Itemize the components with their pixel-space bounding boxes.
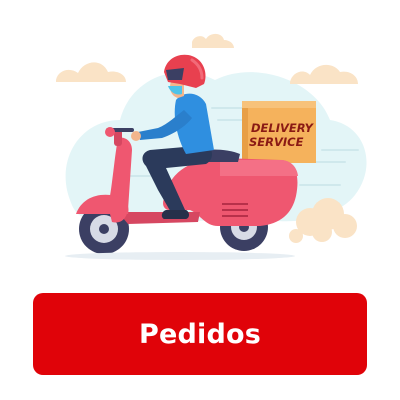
cloud-right [290, 64, 358, 84]
delivery-box: DELIVERY SERVICE [242, 101, 316, 163]
box-label-delivery: DELIVERY [251, 121, 315, 135]
cloud-left [56, 62, 126, 82]
delivery-scooter-illustration: DELIVERY SERVICE [0, 0, 400, 280]
cloud-small [192, 33, 234, 48]
pedidos-button[interactable]: Pedidos [33, 293, 367, 375]
ground-shadow [65, 252, 295, 260]
box-label-service: SERVICE [249, 135, 304, 149]
pedidos-button-label: Pedidos [138, 318, 262, 350]
delivery-card: DELIVERY SERVICE Pedidos [0, 0, 400, 400]
